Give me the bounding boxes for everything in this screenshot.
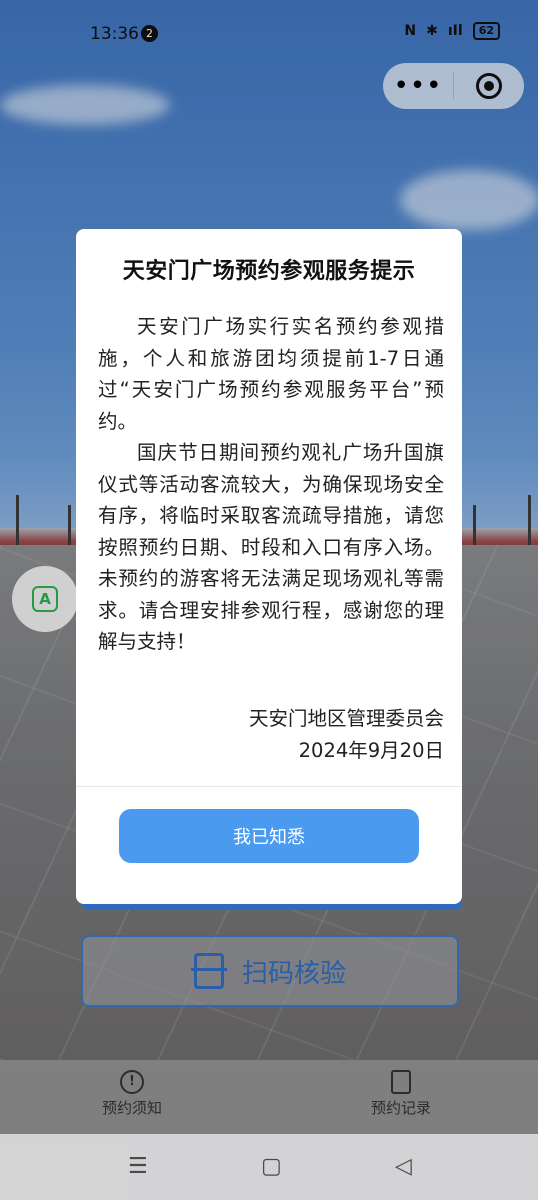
notice-dialog: 天安门广场预约参观服务提示 天安门广场实行实名预约参观措施，个人和旅游团均须提前… [76, 229, 462, 904]
dialog-paragraph: 天安门广场实行实名预约参观措施，个人和旅游团均须提前1-7日通过“天安门广场预约… [98, 315, 444, 433]
signature-date: 2024年9月20日 [298, 739, 444, 762]
dialog-title: 天安门广场预约参观服务提示 [122, 259, 416, 284]
dialog-body: 天安门广场实行实名预约参观措施，个人和旅游团均须提前1-7日通过“天安门广场预约… [98, 311, 444, 658]
dialog-paragraph: 国庆节日期间预约观礼广场升国旗仪式等活动客流较大，为确保现场安全有序，将临时采取… [98, 441, 444, 653]
dialog-divider [76, 786, 462, 787]
signature-org: 天安门地区管理委员会 [248, 707, 444, 730]
acknowledge-button[interactable]: 我已知悉 [119, 809, 419, 863]
